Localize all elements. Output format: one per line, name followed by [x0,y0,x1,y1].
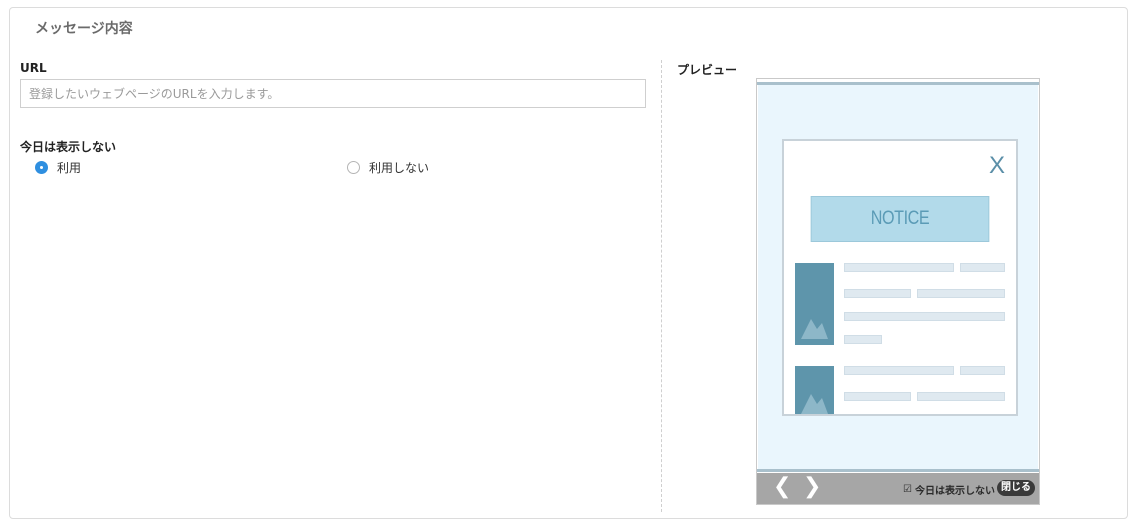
footer-hide-today-label: 今日は表示しない [915,486,995,497]
image-placeholder-icon [795,263,834,345]
text-line-placeholder [960,366,1005,375]
preview-background: X NOTICE [758,85,1038,470]
column-divider [661,60,662,512]
text-line-placeholder [844,392,911,401]
preview-bottom-border [757,469,1039,472]
preview-label: プレビュー [677,63,738,77]
close-button[interactable]: 閉じる [997,480,1035,496]
text-line-placeholder [844,312,1005,321]
url-input[interactable] [20,79,646,108]
text-line-placeholder [844,366,954,375]
close-icon: X [988,152,1005,179]
radio-not-use-indicator[interactable] [347,161,360,174]
chevron-left-icon[interactable]: ❮ [773,476,791,498]
checkbox-icon[interactable]: ☑ [903,484,912,495]
section-title: メッセージ内容 [35,21,133,37]
notice-banner: NOTICE [810,196,990,242]
radio-not-use-label: 利用しない [369,161,430,175]
hide-today-label: 今日は表示しない [20,140,117,154]
radio-use-label: 利用 [57,161,82,175]
radio-use[interactable]: 利用 [35,159,81,176]
text-line-placeholder [917,392,1005,401]
preview-frame: X NOTICE ❮ ❯ ☑ 今日は表示しない 閉じる [756,78,1040,505]
preview-footer: ❮ ❯ ☑ 今日は表示しない 閉じる [757,473,1039,504]
text-line-placeholder [960,263,1005,272]
message-content-panel: メッセージ内容 URL 今日は表示しない 利用 利用しない プレビュー X NO… [9,7,1128,519]
text-line-placeholder [844,289,911,298]
radio-use-indicator[interactable] [35,161,48,174]
text-line-placeholder [844,263,954,272]
url-label: URL [20,61,47,75]
footer-hide-today[interactable]: ☑ 今日は表示しない [903,482,995,497]
image-placeholder-icon [795,366,834,414]
text-line-placeholder [917,289,1005,298]
chevron-right-icon[interactable]: ❯ [803,476,821,498]
text-line-placeholder [844,335,882,344]
popup-mockup: X NOTICE [782,139,1018,416]
radio-not-use[interactable]: 利用しない [347,159,429,176]
